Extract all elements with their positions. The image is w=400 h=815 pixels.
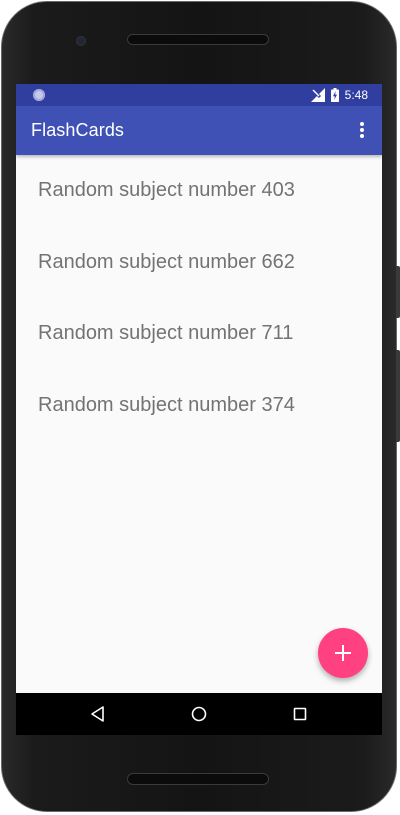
list-item[interactable]: Random subject number 403 xyxy=(16,155,382,227)
status-bar: 5:48 xyxy=(16,84,382,106)
status-time: 5:48 xyxy=(344,88,368,102)
power-button xyxy=(396,266,400,318)
app-title: FlashCards xyxy=(31,120,125,140)
no-signal-icon xyxy=(310,88,325,102)
front-camera xyxy=(76,36,86,46)
recents-icon[interactable] xyxy=(288,702,312,726)
plus-icon xyxy=(335,645,351,661)
list-item[interactable]: Random subject number 711 xyxy=(16,298,382,370)
navigation-bar xyxy=(16,693,382,735)
battery-charging-icon xyxy=(330,88,339,102)
back-icon[interactable] xyxy=(86,702,110,726)
notification-dot-icon xyxy=(33,89,45,101)
subject-list: Random subject number 403 Random subject… xyxy=(16,155,382,441)
earpiece-speaker xyxy=(127,34,269,45)
screen: 5:48 FlashCards Random subject number 40… xyxy=(16,84,382,735)
status-icons: 5:48 xyxy=(310,87,368,103)
app-bar: FlashCards xyxy=(16,106,382,155)
list-item[interactable]: Random subject number 662 xyxy=(16,227,382,299)
add-subject-button[interactable] xyxy=(318,628,368,678)
more-vert-icon[interactable] xyxy=(350,118,374,142)
home-icon[interactable] xyxy=(187,702,211,726)
list-item[interactable]: Random subject number 374 xyxy=(16,370,382,442)
volume-buttons xyxy=(396,350,400,442)
bottom-speaker xyxy=(127,773,269,785)
